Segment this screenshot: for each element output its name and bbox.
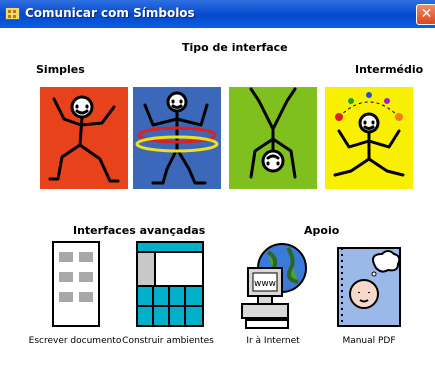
support-heading: Apoio [304, 224, 340, 237]
manual-pdf-label: Manual PDF [342, 336, 396, 346]
interface-simple-2-tile[interactable] [133, 87, 221, 189]
internet-button[interactable]: www Ir à Internet [218, 240, 328, 352]
juggling-figure-icon [333, 92, 405, 177]
manual-pdf-button[interactable]: Manual PDF [314, 240, 424, 352]
app-icon [5, 7, 20, 20]
window-title: Comunicar com Símbolos [25, 6, 195, 20]
dancing-figure-icon [48, 95, 120, 183]
close-button[interactable]: ✕ [416, 4, 435, 25]
internet-globe-icon: www [241, 243, 307, 329]
interface-simple-3-tile[interactable] [229, 87, 317, 189]
handstand-figure-icon [249, 87, 297, 179]
build-environments-button[interactable]: Construir ambientes [113, 240, 223, 352]
app-window: Comunicar com Símbolos ✕ Tipo de interfa… [0, 0, 435, 365]
intermediate-label: Intermédio [355, 63, 424, 76]
manual-book-icon [337, 247, 401, 327]
grid-layout-icon [136, 241, 204, 327]
interface-intermediate-tile[interactable] [325, 87, 413, 189]
interface-type-heading: Tipo de interface [182, 41, 288, 54]
internet-label: Ir à Internet [246, 336, 300, 346]
simple-label: Simples [36, 63, 85, 76]
document-icon [52, 241, 100, 327]
hula-hoop-figure-icon [135, 91, 219, 185]
build-environments-label: Construir ambientes [122, 336, 214, 346]
svg-text:www: www [254, 279, 276, 289]
interface-simple-1-tile[interactable] [40, 87, 128, 189]
title-bar: Comunicar com Símbolos ✕ [0, 0, 435, 28]
advanced-interfaces-heading: Interfaces avançadas [73, 224, 206, 237]
